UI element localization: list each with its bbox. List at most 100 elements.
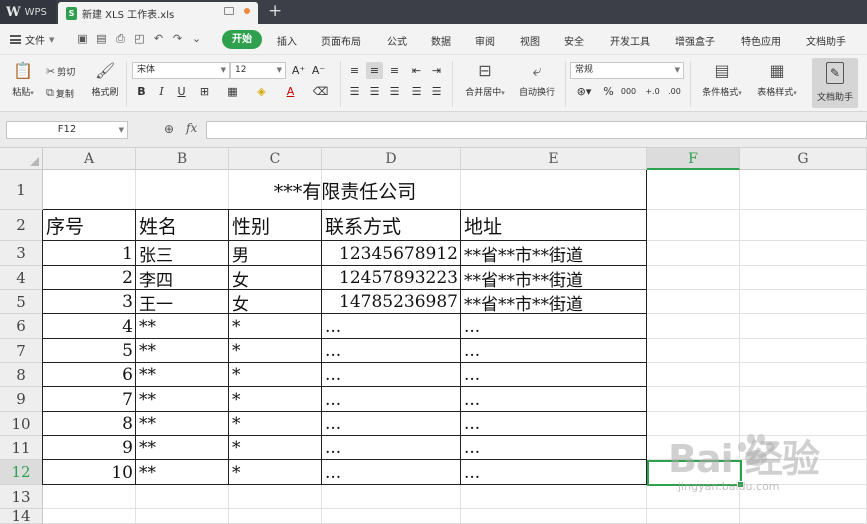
row-header-12[interactable]: 12 — [0, 460, 43, 485]
tab-special-apps[interactable]: 特色应用 — [741, 33, 781, 48]
new-tab-button[interactable]: + — [268, 1, 282, 21]
column-header-f[interactable]: F — [647, 148, 740, 170]
table-cell[interactable]: ** — [136, 436, 229, 460]
monitor-icon[interactable] — [224, 7, 234, 15]
tab-page-layout[interactable]: 页面布局 — [321, 33, 361, 48]
header-cell-4[interactable]: 地址 — [461, 210, 647, 241]
italic-icon[interactable]: I — [153, 83, 170, 100]
copy-button[interactable]: ⧉ 复制 — [46, 86, 74, 100]
row-header-4[interactable]: 4 — [0, 266, 43, 290]
tab-formulas[interactable]: 公式 — [387, 33, 407, 48]
indent-increase-icon[interactable]: ⇥ — [428, 62, 445, 79]
decrease-font-icon[interactable]: A⁻ — [310, 62, 327, 79]
tab-data[interactable]: 数据 — [431, 33, 451, 48]
table-cell[interactable]: 5 — [43, 339, 136, 363]
table-cell[interactable]: 李四 — [136, 266, 229, 291]
function-icon[interactable]: fx — [186, 121, 197, 135]
tab-enhance-box[interactable]: 增强盒子 — [675, 33, 715, 48]
table-cell[interactable]: * — [229, 314, 322, 339]
header-cell-1[interactable]: 姓名 — [136, 210, 229, 241]
tab-doc-helper[interactable]: 文档助手 — [806, 33, 846, 48]
print-icon[interactable]: ⎙ — [114, 32, 127, 45]
row-header-14[interactable]: 14 — [0, 509, 43, 524]
table-cell[interactable]: * — [229, 363, 322, 387]
table-cell[interactable]: 女 — [229, 290, 322, 315]
table-cell[interactable]: ... — [461, 412, 647, 436]
header-cell-3[interactable]: 联系方式 — [322, 210, 461, 241]
zoom-icon[interactable]: ⊕ — [164, 122, 174, 136]
table-cell[interactable]: 女 — [229, 266, 322, 291]
sheet-title-cell[interactable]: ***有限责任公司 — [43, 170, 647, 210]
column-header-d[interactable]: D — [322, 148, 461, 170]
row-header-1[interactable]: 1 — [0, 170, 43, 210]
tab-start[interactable]: 开始 — [222, 30, 262, 49]
save-icon[interactable]: ▣ — [76, 32, 89, 45]
increase-font-icon[interactable]: A⁺ — [290, 62, 307, 79]
table-cell[interactable]: ... — [461, 339, 647, 363]
spreadsheet-grid[interactable]: ABCDEFG 1 2 3 4 5 6 7 8 9 10 11 12 13 14 ***有限责任公司 序号姓… — [0, 148, 867, 524]
column-header-g[interactable]: G — [740, 148, 867, 170]
table-cell[interactable]: 4 — [43, 314, 136, 339]
wrap-text-button[interactable]: ⤶ 自动换行 — [514, 61, 560, 98]
table-cell[interactable]: * — [229, 387, 322, 412]
row-header-6[interactable]: 6 — [0, 314, 43, 339]
format-painter-button[interactable]: 🖌 格式刷 — [88, 61, 122, 98]
doc-helper-button[interactable]: ✎ 文档助手 — [812, 58, 858, 108]
align-center-icon[interactable]: ☰ — [366, 83, 383, 100]
document-tab[interactable]: S 新建 XLS 工作表.xls — [58, 2, 258, 24]
paste-button[interactable]: 📋 粘贴▾ — [8, 61, 38, 98]
table-cell[interactable]: ... — [322, 339, 461, 363]
conditional-format-button[interactable]: ▤ 条件格式▾ — [694, 61, 750, 98]
table-cell[interactable]: ... — [461, 436, 647, 460]
print-preview-icon[interactable]: ◰ — [133, 32, 146, 45]
table-cell[interactable]: ... — [322, 387, 461, 412]
font-color-icon[interactable]: A — [282, 83, 299, 100]
table-cell[interactable]: ** — [136, 412, 229, 436]
font-name-select[interactable]: 宋体 ▼ — [132, 62, 230, 79]
table-cell[interactable]: 2 — [43, 266, 136, 290]
table-cell[interactable]: 14785236987 — [322, 290, 461, 314]
row-header-8[interactable]: 8 — [0, 363, 43, 387]
column-header-b[interactable]: B — [136, 148, 229, 170]
table-cell[interactable]: ** — [136, 460, 229, 485]
justify-icon[interactable]: ☰ — [408, 83, 425, 100]
merge-center-button[interactable]: ⊟ 合并居中▾ — [458, 61, 512, 98]
font-size-select[interactable]: 12 ▼ — [230, 62, 286, 79]
clear-format-icon[interactable]: ⌫ — [312, 83, 329, 100]
table-cell[interactable]: 7 — [43, 387, 136, 412]
redo-icon[interactable]: ↷ — [171, 32, 184, 45]
table-cell[interactable]: * — [229, 339, 322, 363]
customize-icon[interactable]: ⌄ — [190, 32, 203, 45]
table-cell[interactable]: 3 — [43, 290, 136, 314]
table-cell[interactable]: **省**市**街道 — [461, 290, 647, 315]
table-cell[interactable]: ... — [322, 314, 461, 339]
tab-view[interactable]: 视图 — [520, 33, 540, 48]
table-cell[interactable]: ... — [461, 314, 647, 339]
cell-fill-pattern-icon[interactable]: ▦ — [224, 83, 241, 100]
table-cell[interactable]: 张三 — [136, 241, 229, 266]
table-cell[interactable]: ** — [136, 387, 229, 412]
formula-input[interactable] — [206, 121, 867, 139]
row-header-3[interactable]: 3 — [0, 241, 43, 266]
table-cell[interactable]: ** — [136, 363, 229, 387]
number-format-select[interactable]: 常规 ▼ — [570, 62, 684, 79]
table-cell[interactable]: ** — [136, 314, 229, 339]
table-cell[interactable]: 男 — [229, 241, 322, 266]
table-cell[interactable]: 8 — [43, 412, 136, 436]
file-menu[interactable]: 文件 ▼ — [10, 32, 54, 47]
table-style-button[interactable]: ▦ 表格样式▾ — [750, 61, 804, 98]
distributed-align-icon[interactable]: ☰ — [428, 83, 445, 100]
column-header-a[interactable]: A — [43, 148, 136, 170]
table-cell[interactable]: * — [229, 412, 322, 436]
underline-icon[interactable]: U — [173, 83, 190, 100]
column-header-e[interactable]: E — [461, 148, 647, 170]
align-bottom-icon[interactable]: ≡ — [386, 62, 403, 79]
row-header-9[interactable]: 9 — [0, 387, 43, 412]
table-cell[interactable]: ... — [461, 460, 647, 485]
fill-color-icon[interactable]: ◈ — [253, 83, 270, 100]
table-cell[interactable]: 12345678912 — [322, 241, 461, 266]
table-cell[interactable]: ... — [322, 363, 461, 387]
indent-decrease-icon[interactable]: ⇤ — [408, 62, 425, 79]
bold-icon[interactable]: B — [133, 83, 150, 100]
selected-cell[interactable] — [647, 460, 744, 488]
